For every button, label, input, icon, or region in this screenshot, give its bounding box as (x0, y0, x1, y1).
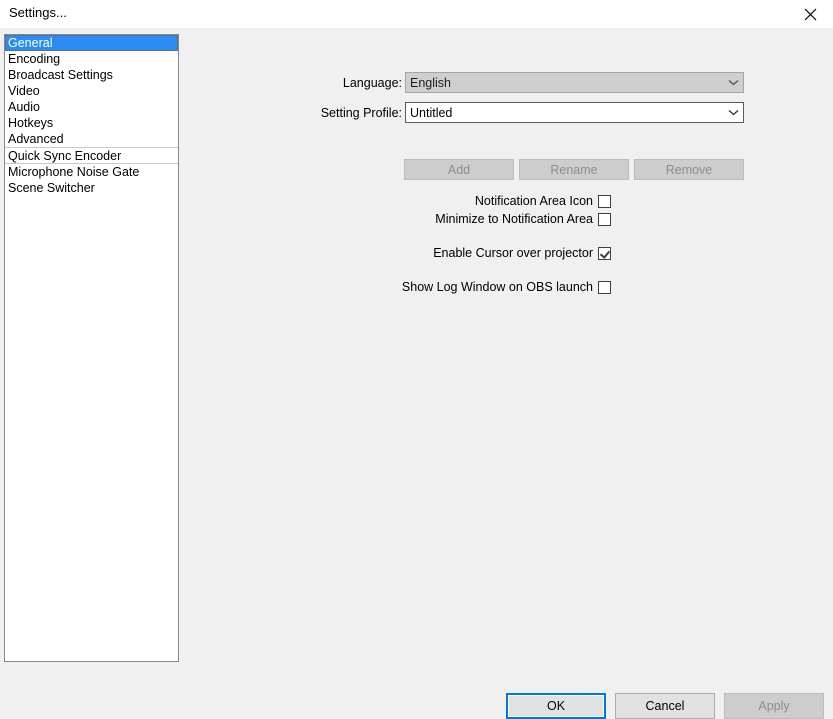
close-icon (804, 8, 817, 21)
add-profile-button[interactable]: Add (404, 159, 514, 180)
checkbox-row-minimize-to-notification-area[interactable]: Minimize to Notification Area (185, 212, 611, 226)
sidebar-item-encoding[interactable]: Encoding (5, 51, 178, 67)
show-log-window-on-obs-launch-checkbox[interactable] (598, 280, 611, 294)
checkbox-label: Notification Area Icon (474, 194, 593, 208)
sidebar-item-scene-switcher[interactable]: Scene Switcher (5, 180, 178, 196)
language-select[interactable]: English (405, 72, 744, 93)
checkbox-row-show-log-window-on-obs-launch[interactable]: Show Log Window on OBS launch (185, 280, 611, 294)
sidebar-item-quick-sync-encoder[interactable]: Quick Sync Encoder (5, 147, 178, 164)
close-button[interactable] (787, 0, 833, 28)
checkbox-row-notification-area-icon[interactable]: Notification Area Icon (185, 194, 611, 208)
sidebar-item-label: Audio (8, 100, 40, 114)
enable-cursor-over-projector-checkbox[interactable] (598, 246, 611, 260)
sidebar-item-microphone-noise-gate[interactable]: Microphone Noise Gate (5, 164, 178, 180)
sidebar-item-label: Video (8, 84, 40, 98)
checkbox-label: Show Log Window on OBS launch (401, 280, 593, 294)
setting-profile-row: Setting Profile: Untitled (185, 102, 744, 123)
sidebar-item-label: Encoding (8, 52, 61, 66)
sidebar-item-label: Broadcast Settings (8, 68, 113, 82)
sidebar-item-general[interactable]: General (5, 35, 178, 51)
window-title: Settings... (9, 5, 67, 20)
notification-area-icon-checkbox[interactable] (598, 194, 611, 208)
chevron-down-icon (723, 79, 743, 86)
minimize-to-notification-area-checkbox[interactable] (598, 212, 611, 226)
language-label: Language: (342, 75, 402, 90)
setting-profile-select[interactable]: Untitled (405, 102, 744, 123)
rename-profile-button[interactable]: Rename (519, 159, 629, 180)
sidebar-item-video[interactable]: Video (5, 83, 178, 99)
sidebar-item-hotkeys[interactable]: Hotkeys (5, 115, 178, 131)
chevron-down-icon (723, 109, 743, 116)
language-select-value: English (410, 75, 451, 90)
sidebar-item-audio[interactable]: Audio (5, 99, 178, 115)
sidebar-item-label: Quick Sync Encoder (8, 149, 122, 163)
setting-profile-label: Setting Profile: (320, 105, 402, 120)
sidebar-item-label: Advanced (8, 132, 64, 146)
language-row: Language: English (185, 72, 744, 93)
settings-category-list[interactable]: General Encoding Broadcast Settings Vide… (4, 34, 179, 662)
title-bar: Settings... (0, 0, 833, 28)
general-settings-panel: Language: English Setting Profile: Untit… (185, 28, 833, 697)
remove-profile-button[interactable]: Remove (634, 159, 744, 180)
dialog-content: General Encoding Broadcast Settings Vide… (0, 28, 833, 719)
setting-profile-select-value: Untitled (410, 105, 453, 120)
sidebar-item-label: Scene Switcher (8, 181, 95, 195)
sidebar-item-broadcast-settings[interactable]: Broadcast Settings (5, 67, 178, 83)
sidebar-item-label: Microphone Noise Gate (8, 165, 140, 179)
sidebar-item-label: General (8, 36, 53, 50)
checkbox-row-enable-cursor-over-projector[interactable]: Enable Cursor over projector (185, 246, 611, 260)
checkbox-label: Minimize to Notification Area (435, 212, 593, 226)
profile-actions: Add Rename Remove (404, 159, 744, 180)
sidebar-item-label: Hotkeys (8, 116, 54, 130)
sidebar-item-advanced[interactable]: Advanced (5, 131, 178, 147)
checkbox-label: Enable Cursor over projector (433, 246, 593, 260)
